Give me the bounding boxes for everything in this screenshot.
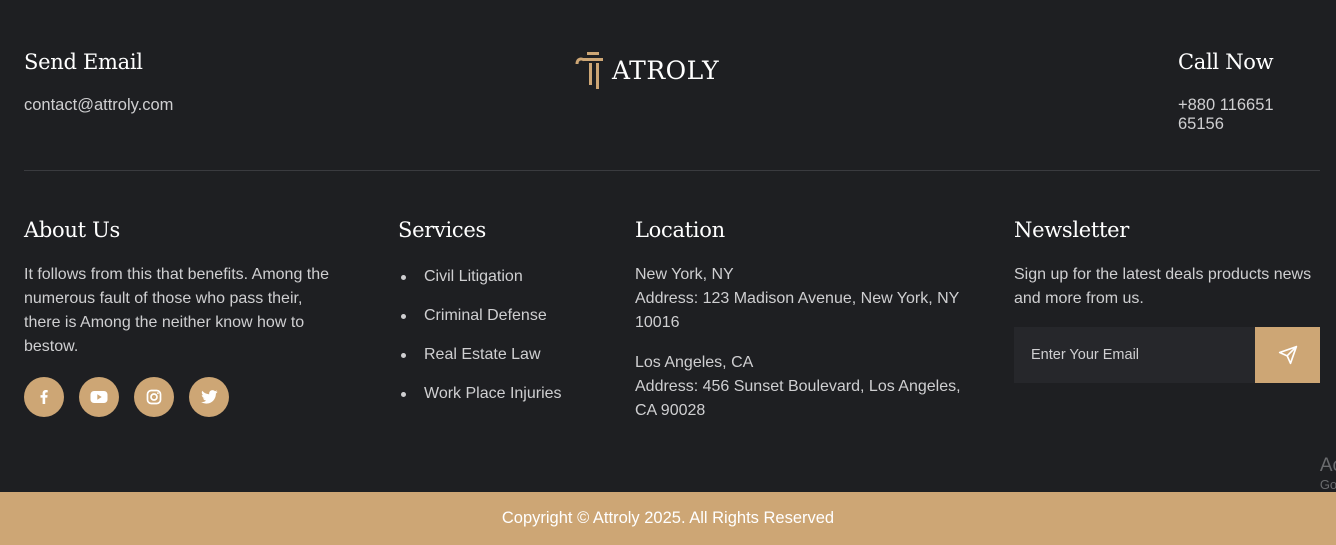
newsletter-heading: Newsletter: [1014, 218, 1130, 242]
twitter-icon: [200, 390, 218, 404]
about-text: It follows from this that benefits. Amon…: [24, 266, 330, 355]
location-column: Location New York, NY Address: 123 Madis…: [635, 218, 965, 423]
instagram-icon: [146, 389, 162, 405]
twitter-button[interactable]: [189, 377, 229, 417]
instagram-button[interactable]: [134, 377, 174, 417]
bullet-icon: [401, 313, 406, 319]
about-column: About Us It follows from this that benef…: [24, 218, 334, 417]
social-links: [24, 377, 334, 417]
newsletter-text: Sign up for the latest deals products ne…: [1014, 266, 1312, 307]
services-item-criminal-defense[interactable]: Criminal Defense: [398, 304, 618, 328]
send-email-block: Send Email contact@attroly.com: [24, 50, 173, 115]
location-heading: Location: [635, 218, 725, 242]
services-item-real-estate-law[interactable]: Real Estate Law: [398, 343, 618, 367]
bullet-icon: [401, 352, 406, 358]
office-address: Address: 123 Madison Avenue, New York, N…: [635, 290, 960, 331]
services-item-label: Civil Litigation: [424, 268, 523, 285]
newsletter-form: [1014, 327, 1320, 383]
office-new-york: New York, NY Address: 123 Madison Avenue…: [635, 263, 965, 335]
services-item-label: Real Estate Law: [424, 346, 541, 363]
office-los-angeles: Los Angeles, CA Address: 456 Sunset Boul…: [635, 351, 965, 423]
services-item-work-place-injuries[interactable]: Work Place Injuries: [398, 382, 618, 406]
services-heading: Services: [398, 218, 486, 242]
copyright-text: Copyright © Attroly 2025. All Rights Res…: [501, 509, 835, 527]
activation-watermark: Ac Go: [1320, 455, 1336, 493]
services-item-label: Work Place Injuries: [424, 385, 562, 402]
services-list: Civil Litigation Criminal Defense Real E…: [398, 265, 618, 406]
email-link[interactable]: contact@attroly.com: [24, 96, 173, 115]
youtube-icon: [90, 391, 108, 403]
office-city: New York, NY: [635, 266, 734, 283]
services-item-civil-litigation[interactable]: Civil Litigation: [398, 265, 618, 289]
about-heading: About Us: [24, 218, 120, 242]
newsletter-submit-button[interactable]: [1255, 327, 1320, 383]
phone-link[interactable]: +880 116651 65156: [1178, 96, 1320, 134]
send-icon: [1278, 345, 1297, 365]
watermark-line: Ac: [1319, 455, 1336, 476]
office-address: Address: 456 Sunset Boulevard, Los Angel…: [635, 378, 961, 419]
newsletter-email-input[interactable]: [1014, 327, 1255, 383]
send-email-heading: Send Email: [24, 50, 143, 74]
bullet-icon: [401, 274, 406, 280]
office-city: Los Angeles, CA: [635, 354, 754, 371]
copyright-bar: Copyright © Attroly 2025. All Rights Res…: [0, 492, 1336, 545]
logo[interactable]: ATROLY: [574, 50, 719, 90]
pillar-logo-icon: [575, 52, 603, 89]
services-column: Services Civil Litigation Criminal Defen…: [398, 218, 618, 421]
youtube-button[interactable]: [79, 377, 119, 417]
services-item-label: Criminal Defense: [424, 307, 547, 324]
facebook-button[interactable]: [24, 377, 64, 417]
call-now-block: Call Now +880 116651 65156: [1178, 50, 1320, 134]
facebook-icon: [40, 390, 48, 404]
newsletter-column: Newsletter Sign up for the latest deals …: [1014, 218, 1320, 383]
bullet-icon: [401, 391, 406, 397]
logo-text: ATROLY: [612, 55, 720, 85]
watermark-line: Go: [1319, 477, 1336, 492]
call-now-heading: Call Now: [1178, 50, 1274, 74]
